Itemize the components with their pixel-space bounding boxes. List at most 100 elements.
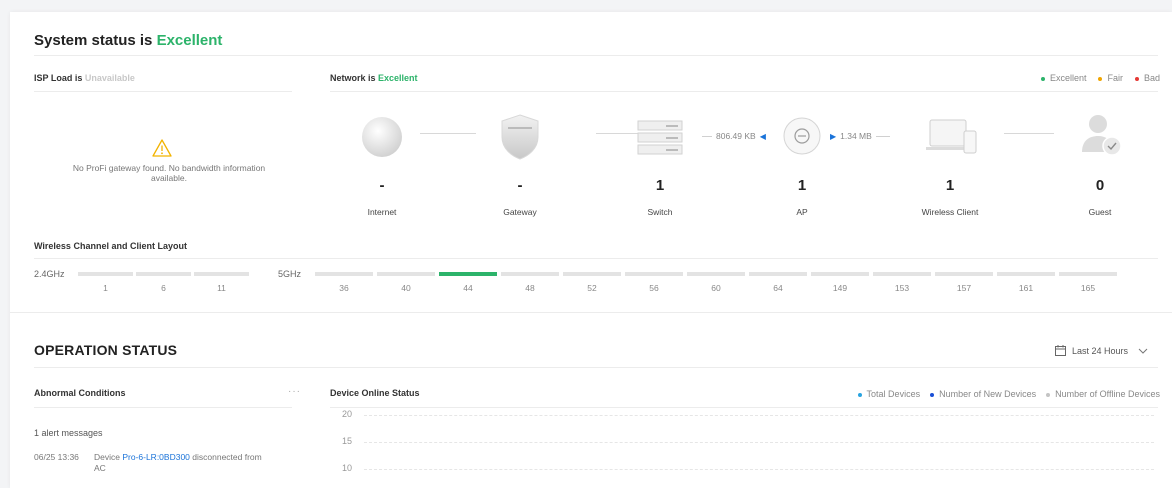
alert-prefix: Device xyxy=(94,452,123,462)
device-online-legend: Total Devices Number of New Devices Numb… xyxy=(857,389,1160,399)
access-point-icon[interactable] xyxy=(782,116,822,156)
channel-bar-24-6 xyxy=(136,272,191,276)
arrow-right-icon: ▶ xyxy=(830,131,837,141)
time-range-select[interactable]: Last 24 Hours xyxy=(1054,345,1148,356)
legend-new-devices: Number of New Devices xyxy=(930,389,1036,399)
more-options-icon[interactable]: ··· xyxy=(288,386,301,397)
channel-bar-5-165 xyxy=(1059,272,1117,276)
legend-label: Excellent xyxy=(1049,73,1087,83)
divider xyxy=(34,407,292,408)
channel-number: 60 xyxy=(711,283,721,293)
arrow-left-icon: ◀ xyxy=(759,131,766,141)
channel-bar-5-36 xyxy=(315,272,373,276)
wireless-client-label: Wireless Client xyxy=(921,207,979,217)
legend-dot xyxy=(1040,76,1045,81)
isp-load-status: Unavailable xyxy=(84,73,135,83)
no-gateway-line1: No ProFi gateway found. No bandwidth inf… xyxy=(72,163,266,173)
grid-line xyxy=(364,415,1154,416)
alert-suffix: disconnected from xyxy=(189,452,262,462)
channel-bar-5-48 xyxy=(501,272,559,276)
legend-label: Number of Offline Devices xyxy=(1055,389,1160,399)
alert-count: 1 alert messages xyxy=(34,428,103,438)
chevron-down-icon xyxy=(1138,348,1148,354)
legend-total-devices: Total Devices xyxy=(857,389,921,399)
no-gateway-message: No ProFi gateway found. No bandwidth inf… xyxy=(44,163,294,183)
system-status-prefix: System status is xyxy=(34,32,157,49)
traffic-down-value: 806.49 KB xyxy=(716,131,756,141)
channel-number: 48 xyxy=(525,283,535,293)
channel-bar-5-64 xyxy=(749,272,807,276)
traffic-down: 806.49 KB ◀ xyxy=(702,131,766,141)
divider xyxy=(34,55,1158,56)
legend-offline-devices: Number of Offline Devices xyxy=(1046,389,1160,399)
device-online-status-title: Device Online Status xyxy=(330,388,420,398)
gateway-shield-icon[interactable] xyxy=(498,113,542,161)
isp-load-prefix: ISP Load is xyxy=(34,73,85,83)
y-tick-label: 10 xyxy=(342,463,353,473)
legend-dot xyxy=(1098,76,1103,81)
y-tick-label: 20 xyxy=(342,409,353,419)
legend-bad: Bad xyxy=(1134,73,1160,83)
channel-number: 44 xyxy=(463,283,473,293)
calendar-icon xyxy=(1054,345,1066,356)
network-status-value: Excellent xyxy=(378,73,418,83)
wireless-client-icon[interactable] xyxy=(926,117,980,157)
divider xyxy=(10,312,1172,313)
channel-number: 153 xyxy=(894,283,910,293)
grid-line xyxy=(364,442,1154,443)
channel-bar-5-44 xyxy=(439,272,497,276)
divider xyxy=(330,407,1158,408)
legend-excellent: Excellent xyxy=(1040,73,1087,83)
warning-icon xyxy=(152,139,172,157)
legend-label: Fair xyxy=(1107,73,1123,83)
switch-label: Switch xyxy=(647,207,673,217)
alert-message: Device Pro-6-LR:0BD300 disconnected from… xyxy=(94,452,294,474)
alert-device-link[interactable]: Pro-6-LR:0BD300 xyxy=(122,452,190,462)
system-status-value: Excellent xyxy=(156,32,223,49)
ap-count: 1 xyxy=(797,177,807,194)
legend-fair: Fair xyxy=(1098,73,1123,83)
alert-time: 06/25 13:36 xyxy=(34,452,79,462)
isp-load-label: ISP Load is Unavailable xyxy=(34,73,135,83)
legend-label: Bad xyxy=(1143,73,1160,83)
switch-icon[interactable] xyxy=(636,118,684,156)
band-24ghz-label: 2.4GHz xyxy=(34,269,65,279)
channel-bar-5-52 xyxy=(563,272,621,276)
channel-number: 36 xyxy=(339,283,349,293)
system-status-title: System status is Excellent xyxy=(34,32,222,49)
channel-bar-5-40 xyxy=(377,272,435,276)
legend-dot xyxy=(930,392,935,397)
channel-layout-title: Wireless Channel and Client Layout xyxy=(34,241,187,251)
legend-label: Number of New Devices xyxy=(939,389,1037,399)
alert-suffix-2: AC xyxy=(94,463,106,473)
traffic-up: ▶ 1.34 MB xyxy=(830,131,890,141)
gateway-label: Gateway xyxy=(503,207,537,217)
wireless-client-count: 1 xyxy=(945,177,955,194)
channel-number: 157 xyxy=(956,283,972,293)
network-legend: Excellent Fair Bad xyxy=(1040,73,1160,83)
legend-dot xyxy=(1134,76,1139,81)
dashboard-panel: System status is Excellent ISP Load is U… xyxy=(10,12,1172,488)
connector-line xyxy=(875,135,890,137)
band-5ghz-label: 5GHz xyxy=(278,269,302,279)
connector-line xyxy=(702,135,712,137)
ap-label: AP xyxy=(796,207,808,217)
channel-number: 1 xyxy=(103,283,108,293)
channel-bar-5-56 xyxy=(625,272,683,276)
legend-label: Total Devices xyxy=(866,389,921,399)
channel-bar-5-161 xyxy=(997,272,1055,276)
channel-bar-24-1 xyxy=(78,272,133,276)
channel-number: 6 xyxy=(161,283,166,293)
guest-count: 0 xyxy=(1095,177,1105,194)
guest-label: Guest xyxy=(1088,207,1112,217)
guest-user-icon[interactable] xyxy=(1080,112,1124,158)
network-status-label: Network is Excellent xyxy=(330,73,418,83)
channel-number: 165 xyxy=(1080,283,1096,293)
legend-dot xyxy=(1046,392,1051,397)
internet-globe-icon[interactable] xyxy=(360,115,404,159)
channel-bar-24-11 xyxy=(194,272,249,276)
channel-number: 149 xyxy=(832,283,848,293)
channel-bar-5-157 xyxy=(935,272,993,276)
channel-number: 11 xyxy=(217,283,226,293)
connector-line xyxy=(1004,133,1054,134)
